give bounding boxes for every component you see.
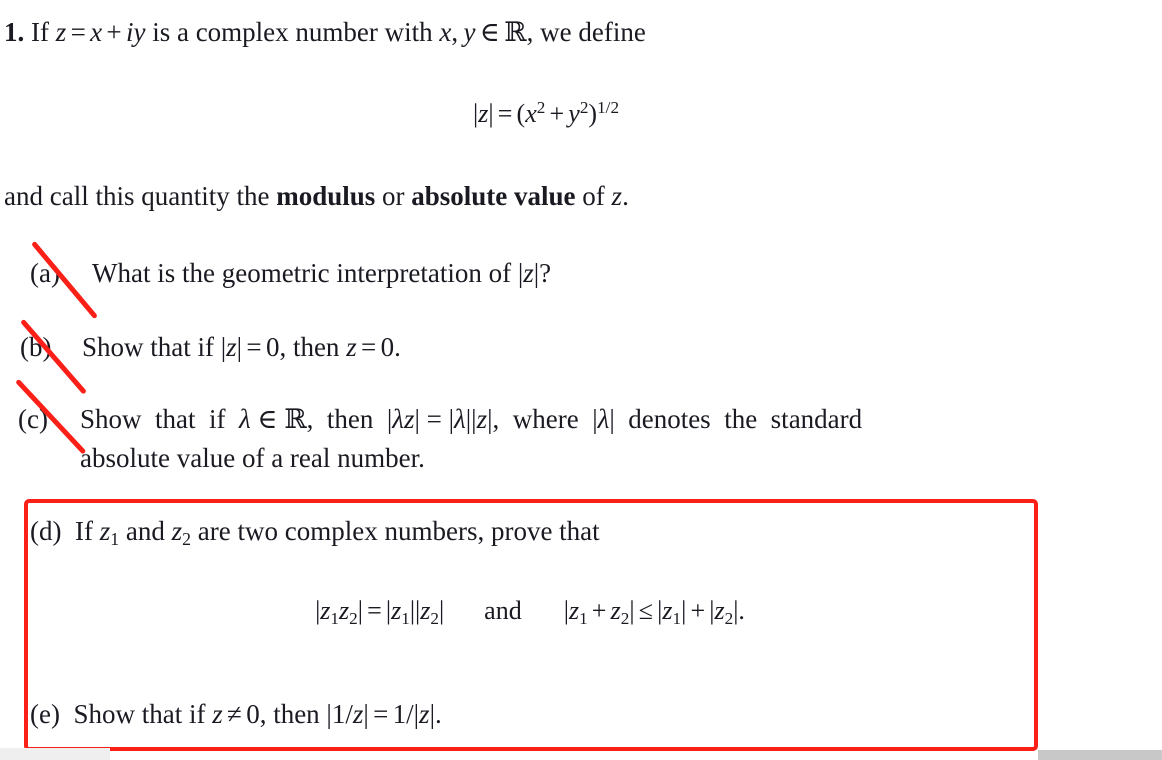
item-d-equation: |z1z2| = |z1||z2| and |z1 + z2| ≤ |z1| + |z2|. [30, 593, 1030, 637]
element-of-symbol: ∈ [479, 17, 500, 48]
list-item-e: (e) Show that if z ≠ 0, then |1/z| = 1/|z|. [30, 699, 442, 729]
item-a-label: (a) [30, 258, 60, 288]
equation-exponent: 1/2 [597, 98, 620, 117]
item-b-label: (b) [20, 332, 52, 362]
display-equation: |z| = (x2 + y2)1/2 [0, 90, 1092, 132]
stem-var-y: y [463, 17, 476, 47]
stem-before: If [31, 17, 56, 47]
stem-equation-inline: z [55, 17, 67, 47]
stem-middle: is a complex number with [145, 17, 440, 47]
equation-conjunction: and [484, 596, 522, 625]
bottom-left-band [0, 748, 110, 760]
stem-after: , we define [526, 17, 646, 47]
item-e-label: (e) [30, 699, 60, 729]
call-part1: and call this quantity the [4, 181, 277, 211]
item-a-text: What is the geometric interpretation of … [92, 258, 552, 288]
equation-product-rule: |z1z2| = |z1||z2| [315, 596, 445, 628]
list-item-b: (b) Show that if |z| = 0, then z = 0. [20, 328, 1110, 366]
abs-z-lhs: |z| [472, 98, 494, 128]
item-b-text: Show that if |z| = 0, then z = 0. [82, 332, 401, 362]
stem-iy: iy [125, 17, 146, 47]
list-item-c: (c) Show that if λ ∈ ℝ, then |λz| = |λ||… [18, 400, 1118, 477]
stem-vars: x [439, 17, 452, 47]
comma: , [451, 17, 464, 47]
term-absolute-value: absolute value [411, 181, 576, 211]
call-part3: of z. [575, 181, 629, 211]
modulus-definition-line: and call this quantity the modulus or ab… [4, 178, 629, 214]
list-item-a: (a) What is the geometric interpretation… [30, 254, 1120, 292]
equation-relation: = [497, 98, 513, 128]
term-modulus: modulus [276, 181, 376, 211]
equation-rhs: (x2 + y2)1/2 [516, 98, 620, 128]
item-c-label: (c) [18, 404, 48, 434]
equals-sign: = [70, 17, 86, 47]
list-item-d: (d) If z1 and z2 are two complex numbers… [30, 516, 600, 549]
real-numbers-symbol: ℝ [504, 17, 527, 48]
item-d-label: (d) [30, 516, 62, 546]
equation-triangle-inequality: |z1 + z2| ≤ |z1| + |z2|. [563, 596, 745, 628]
item-c-text: Show that if λ ∈ ℝ, then |λz| = |λ||z|, … [80, 404, 863, 473]
stem-var-x: x [90, 17, 103, 47]
call-part2: or [375, 181, 412, 211]
plus-sign: + [106, 17, 122, 47]
document-page: 1. If z = x + iy is a complex number with x,… [0, 0, 1162, 760]
bottom-right-band [1038, 750, 1162, 760]
problem-number: 1. [4, 17, 25, 47]
problem-stem: 1. If z = x + iy is a complex number with x,… [4, 14, 1154, 51]
